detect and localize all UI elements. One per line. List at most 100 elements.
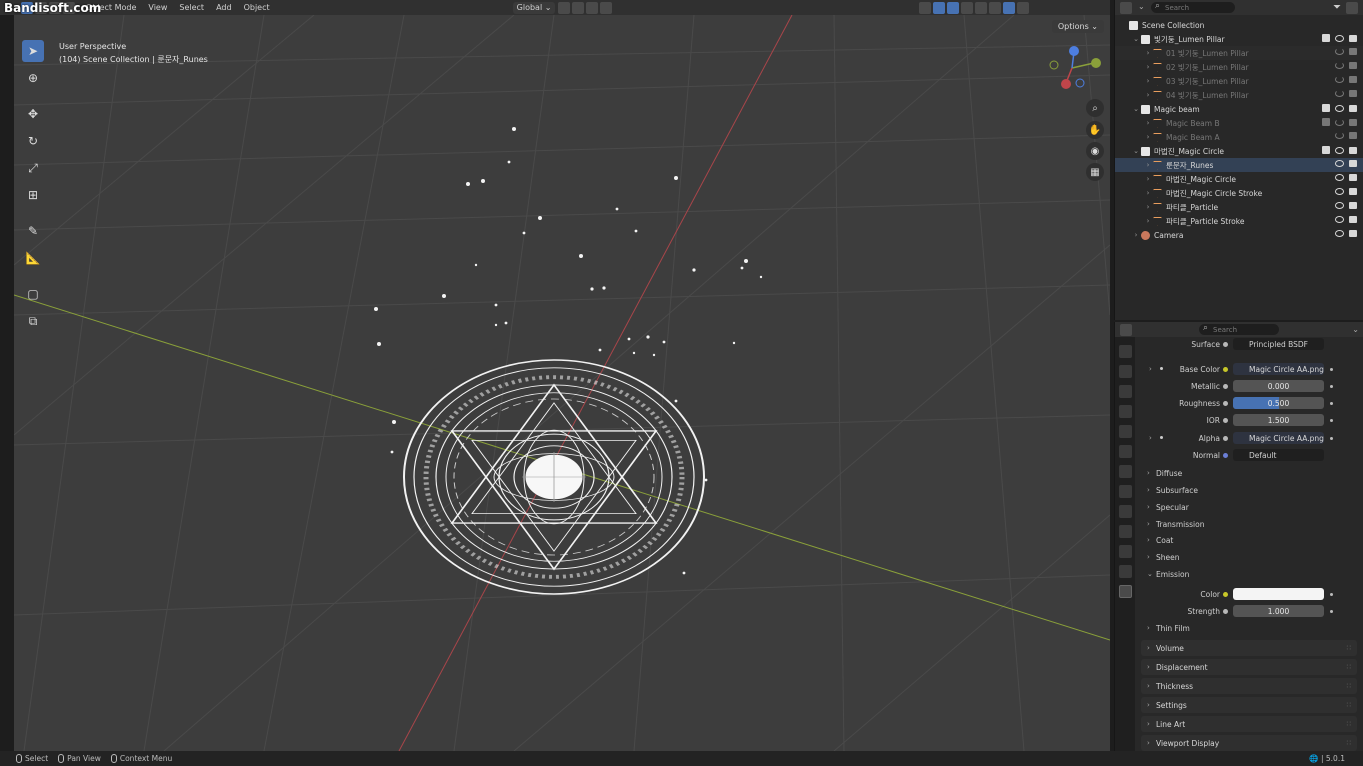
pivot-point-icon[interactable]	[558, 1, 571, 14]
rotate-icon[interactable]: ↻	[22, 130, 44, 152]
overlay-icon[interactable]	[947, 1, 960, 14]
panel-line-art[interactable]: › Line Art ∷	[1141, 716, 1357, 732]
subsection-subsurface[interactable]: › Subsurface	[1147, 483, 1198, 497]
ior-field[interactable]: 1.500	[1233, 414, 1324, 426]
particles-tab-icon[interactable]	[1118, 505, 1132, 518]
outliner-row[interactable]: › 파티클_Particle	[1115, 200, 1363, 214]
eye-closed-icon[interactable]	[1335, 62, 1344, 69]
exclude-checkbox-icon[interactable]	[1322, 34, 1330, 42]
render-camera-icon[interactable]	[1349, 174, 1357, 181]
chevron-down-icon[interactable]: ⌄	[1131, 147, 1141, 155]
exclude-checkbox-icon[interactable]	[1322, 104, 1330, 112]
eye-icon[interactable]	[1335, 202, 1344, 209]
menu-object[interactable]: Object	[238, 3, 276, 12]
chevron-right-icon[interactable]: ›	[1143, 49, 1153, 57]
drag-handle-icon[interactable]: ∷	[1347, 739, 1351, 747]
eye-icon[interactable]	[1335, 34, 1344, 42]
base-color-field[interactable]: Magic Circle AA.png	[1233, 363, 1324, 375]
outliner-row[interactable]: › 04 빛기둥_Lumen Pillar	[1115, 88, 1363, 102]
filter-dropdown-icon[interactable]: ⌄	[1138, 2, 1146, 14]
chevron-right-icon[interactable]: ›	[1143, 119, 1153, 127]
eye-closed-icon[interactable]	[1335, 118, 1344, 126]
output-tab-icon[interactable]	[1118, 385, 1132, 398]
drag-handle-icon[interactable]: ∷	[1347, 663, 1351, 671]
outliner-search-input[interactable]: Search	[1151, 1, 1235, 13]
scale-icon[interactable]: ⤢	[22, 157, 44, 179]
render-tab-icon[interactable]	[1118, 365, 1132, 378]
drag-handle-icon[interactable]: ∷	[1347, 701, 1351, 709]
outliner-row[interactable]: › 마법진_Magic Circle	[1115, 172, 1363, 186]
keyframe-dot-icon[interactable]	[1330, 593, 1333, 596]
render-camera-icon[interactable]	[1349, 62, 1357, 69]
outliner-row[interactable]: › 02 빛기둥_Lumen Pillar	[1115, 60, 1363, 74]
menu-view[interactable]: View	[142, 3, 173, 12]
world-tab-icon[interactable]	[1118, 445, 1132, 458]
add-primitive-icon[interactable]: ⧉	[22, 310, 44, 332]
snap-icon[interactable]	[572, 1, 585, 14]
options-button[interactable]: Options ⌄	[1051, 20, 1104, 33]
alpha-field[interactable]: Magic Circle AA.png	[1233, 432, 1324, 444]
xray-icon[interactable]	[961, 1, 974, 14]
outliner-row[interactable]: ⌄ Magic beam	[1115, 102, 1363, 116]
zoom-icon[interactable]: ⌕	[1086, 99, 1104, 117]
scene-tab-icon[interactable]	[1118, 425, 1132, 438]
eye-closed-icon[interactable]	[1335, 132, 1344, 139]
chevron-down-icon[interactable]: ⌄	[1131, 105, 1141, 113]
outliner-row[interactable]: › 룬문자_Runes	[1115, 158, 1363, 172]
panel-volume[interactable]: › Volume ∷	[1141, 640, 1357, 656]
outliner-row[interactable]: ⌄ 마법진_Magic Circle	[1115, 144, 1363, 158]
select-cursor-icon[interactable]: ➤	[22, 40, 44, 62]
transform-orientation-dropdown[interactable]: Global ⌄	[512, 1, 556, 14]
emission-strength-field[interactable]: 1.000	[1233, 605, 1324, 617]
eye-closed-icon[interactable]	[1335, 76, 1344, 83]
subsection-transmission[interactable]: › Transmission	[1147, 517, 1204, 531]
transform-icon[interactable]: ⊞	[22, 184, 44, 206]
outliner-row[interactable]: Scene Collection	[1115, 18, 1363, 32]
subsection-specular[interactable]: › Specular	[1147, 500, 1189, 514]
render-camera-icon[interactable]	[1349, 230, 1357, 237]
drag-handle-icon[interactable]: ∷	[1347, 644, 1351, 652]
chevron-down-icon[interactable]: ⌄	[1352, 325, 1359, 334]
cursor-3d-icon[interactable]: ⊕	[22, 67, 44, 89]
chevron-right-icon[interactable]: ›	[1131, 231, 1141, 239]
drag-handle-icon[interactable]: ∷	[1347, 720, 1351, 728]
subsection-emission[interactable]: ⌄ Emission	[1147, 567, 1189, 581]
outliner-row[interactable]: › Camera	[1115, 228, 1363, 242]
filter-icon[interactable]: ⏷	[1333, 2, 1341, 13]
move-icon[interactable]: ✥	[22, 103, 44, 125]
render-camera-icon[interactable]	[1349, 216, 1357, 223]
menu-select[interactable]: Select	[173, 3, 210, 12]
proportional-edit-icon[interactable]	[600, 1, 613, 14]
properties-search-input[interactable]: Search	[1199, 323, 1279, 335]
keyframe-dot-icon[interactable]	[1330, 402, 1333, 405]
gizmo-icon[interactable]	[933, 1, 946, 14]
shading-wireframe-icon[interactable]	[975, 1, 988, 14]
snap-target-icon[interactable]	[586, 1, 599, 14]
shading-material-icon[interactable]	[1003, 1, 1016, 14]
render-camera-icon[interactable]	[1349, 76, 1357, 83]
pan-hand-icon[interactable]: ✋	[1086, 121, 1104, 139]
eye-closed-icon[interactable]	[1335, 48, 1344, 55]
subsection-thin-film[interactable]: › Thin Film	[1147, 621, 1190, 635]
chevron-right-icon[interactable]: ›	[1143, 133, 1153, 141]
modifier-tab-icon[interactable]	[1118, 485, 1132, 498]
chevron-right-icon[interactable]: ›	[1143, 217, 1153, 225]
panel-settings[interactable]: › Settings ∷	[1141, 697, 1357, 713]
eye-icon[interactable]	[1335, 174, 1344, 181]
panel-thickness[interactable]: › Thickness ∷	[1141, 678, 1357, 694]
render-camera-icon[interactable]	[1349, 146, 1357, 154]
eye-icon[interactable]	[1335, 230, 1344, 237]
eye-icon[interactable]	[1335, 146, 1344, 154]
navigation-gizmo[interactable]	[1044, 43, 1104, 93]
metallic-field[interactable]: 0.000	[1233, 380, 1324, 392]
camera-view-icon[interactable]: ◉	[1086, 142, 1104, 160]
subsection-diffuse[interactable]: › Diffuse	[1147, 466, 1182, 480]
keyframe-dot-icon[interactable]	[1330, 437, 1333, 440]
normal-field[interactable]: Default	[1233, 449, 1324, 461]
render-camera-icon[interactable]	[1349, 188, 1357, 195]
keyframe-dot-icon[interactable]	[1330, 610, 1333, 613]
chevron-right-icon[interactable]: ›	[1143, 63, 1153, 71]
subsection-coat[interactable]: › Coat	[1147, 533, 1173, 547]
measure-icon[interactable]: 📐	[22, 247, 44, 269]
visibility-icon[interactable]	[919, 1, 932, 14]
